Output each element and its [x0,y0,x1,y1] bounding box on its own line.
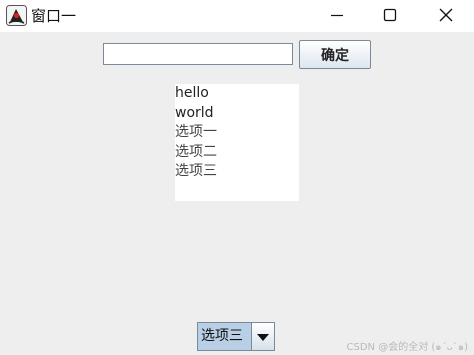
combo-dropdown-button[interactable] [251,323,274,350]
list-item[interactable]: world [175,104,299,124]
java-duke-icon [6,5,27,26]
watermark: CSDN @会的全对 (๑´ᴗ`๑) [346,342,468,353]
title-bar[interactable]: 窗口一 [0,0,474,32]
combo-selected-value[interactable]: 选项三 [198,323,251,350]
text-input[interactable] [103,43,293,65]
options-list[interactable]: hello world 选项一 选项二 选项三 [175,84,299,201]
minimize-icon [330,8,344,22]
list-item[interactable]: hello [175,84,299,104]
options-combo-box[interactable]: 选项三 [197,322,275,351]
list-item[interactable]: 选项三 [175,162,299,182]
close-button[interactable] [421,0,471,30]
minimize-button[interactable] [312,0,362,30]
maximize-icon [383,8,397,22]
maximize-button[interactable] [365,0,415,30]
triangle-down-icon [257,327,269,346]
list-item[interactable]: 选项一 [175,123,299,143]
list-item[interactable]: 选项二 [175,143,299,163]
confirm-button[interactable]: 确定 [299,40,371,69]
close-icon [439,8,453,22]
window-title: 窗口一 [31,7,77,25]
